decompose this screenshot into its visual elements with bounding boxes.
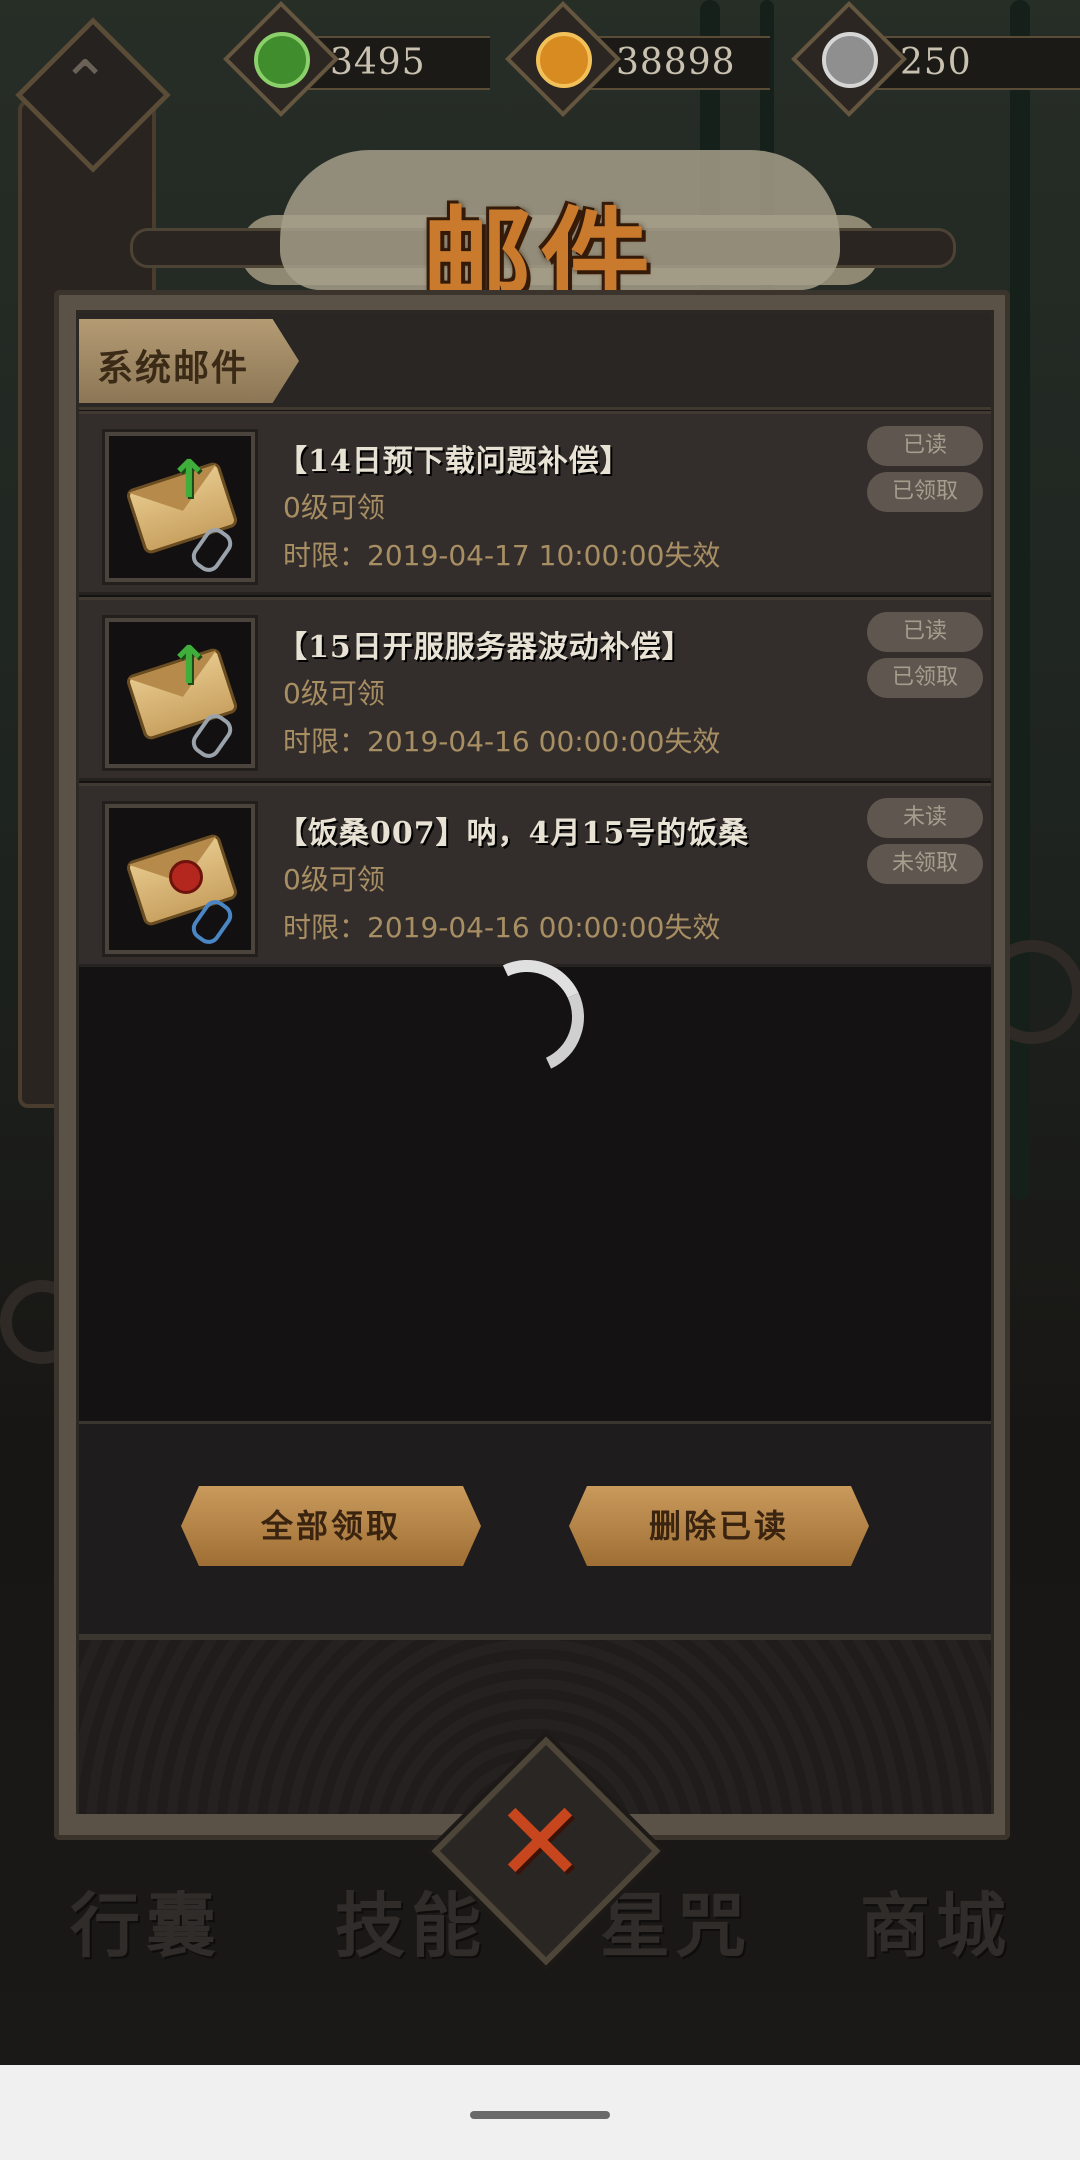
mail-item[interactable]: ↑ 【14日预下载问题补偿】 0级可领 时限：2019-04-17 10:00:… [79, 411, 991, 595]
mail-title: 【14日预下载问题补偿】 [277, 444, 631, 479]
mail-expire: 时限：2019-04-16 00:00:00失效 [283, 911, 721, 944]
tab-label: 系统邮件 [97, 347, 250, 389]
coin-value: 38898 [616, 42, 736, 83]
arrow-up-icon: ↑ [167, 636, 211, 696]
nav-skills[interactable]: 技能 [335, 1870, 487, 1971]
jade-icon [254, 32, 310, 88]
mail-item[interactable]: 【饭桑007】呐，4月15号的饭桑 0级可领 时限：2019-04-16 00:… [79, 783, 991, 967]
claim-all-button[interactable]: 全部领取 [181, 1486, 481, 1566]
read-status-badge: 已读 [867, 612, 983, 652]
mail-expire: 时限：2019-04-17 10:00:00失效 [283, 539, 721, 572]
tab-bar: 系统邮件 [79, 313, 991, 410]
chevron-up-icon: ⌃ [60, 48, 111, 118]
mail-expire: 时限：2019-04-16 00:00:00失效 [283, 725, 721, 758]
mail-item[interactable]: ↑ 【15日开服服务器波动补偿】 0级可领 时限：2019-04-16 00:0… [79, 597, 991, 781]
claim-status-badge: 已领取 [867, 472, 983, 512]
nav-shop[interactable]: 商城 [860, 1870, 1012, 1971]
silver-value: 250 [900, 42, 972, 83]
coin-icon [536, 32, 592, 88]
read-status-badge: 未读 [867, 798, 983, 838]
jade-value: 3495 [330, 42, 426, 83]
mail-title: 【15日开服服务器波动补偿】 [277, 630, 693, 665]
system-nav-bar [0, 2065, 1080, 2160]
arrow-up-icon: ↑ [167, 450, 211, 510]
mail-title: 【饭桑007】呐，4月15号的饭桑 [277, 816, 750, 851]
home-indicator[interactable] [470, 2111, 610, 2119]
close-icon[interactable]: ✕ [480, 1778, 600, 1906]
wax-seal-icon [169, 860, 203, 894]
resource-bar: ⌃ 3495 38898 250 [0, 0, 1080, 173]
mail-icon-frame: ↑ [105, 432, 255, 582]
mail-level: 0级可领 [283, 677, 385, 710]
mail-level: 0级可领 [283, 491, 385, 524]
nav-bag[interactable]: 行囊 [70, 1870, 222, 1971]
claim-status-badge: 未领取 [867, 844, 983, 884]
tab-system-mail[interactable]: 系统邮件 [79, 319, 299, 403]
claim-status-badge: 已领取 [867, 658, 983, 698]
read-status-badge: 已读 [867, 426, 983, 466]
mail-level: 0级可领 [283, 863, 385, 896]
mail-icon-frame: ↑ [105, 618, 255, 768]
delete-read-button[interactable]: 删除已读 [569, 1486, 869, 1566]
silver-icon [822, 32, 878, 88]
mail-icon-frame [105, 804, 255, 954]
